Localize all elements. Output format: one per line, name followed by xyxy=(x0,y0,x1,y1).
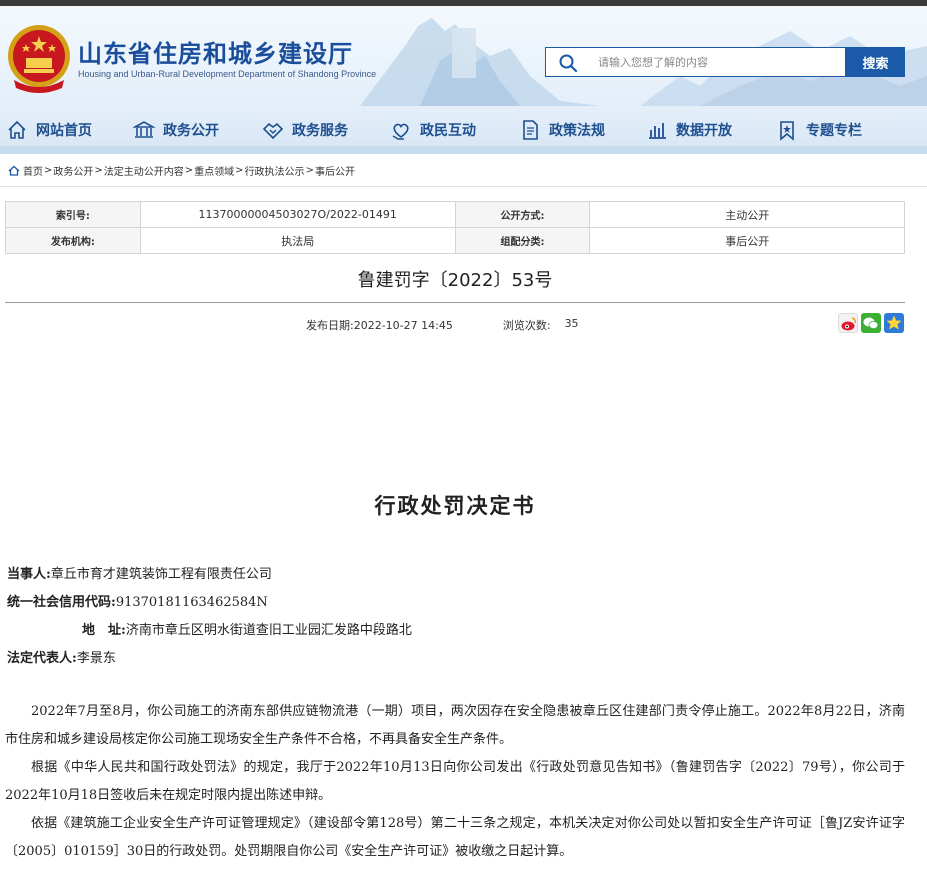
body-paragraph: 根据《中华人民共和国行政处罚法》的规定，我厅于2022年10月13日向你公司发出… xyxy=(5,760,905,803)
document-number: 鲁建罚字〔2022〕53号 xyxy=(357,270,553,291)
breadcrumb-item[interactable]: 法定主动公开内容 xyxy=(104,163,184,178)
breadcrumb-item[interactable]: 行政执法公示 xyxy=(245,163,305,178)
search-input[interactable] xyxy=(598,52,838,72)
issuer-value: 执法局 xyxy=(139,227,456,254)
nav-item-topics[interactable]: 专题专栏 xyxy=(776,113,862,147)
address-label: 地 址: xyxy=(82,623,126,638)
publish-info: 发布日期:2022-10-27 14:45 浏览次数: 35 xyxy=(306,317,579,333)
site-title[interactable]: 山东省住房和城乡建设厅 xyxy=(78,34,353,69)
weibo-share-icon[interactable] xyxy=(838,313,858,333)
legal-rep-value: 李景东 xyxy=(76,651,116,666)
nav-label: 专题专栏 xyxy=(806,123,862,139)
category-value: 事后公开 xyxy=(589,227,905,254)
nav-item-home[interactable]: 网站首页 xyxy=(6,113,92,147)
site-header: 山东省住房和城乡建设厅 Housing and Urban-Rural Deve… xyxy=(0,6,927,154)
address-value: 济南市章丘区明水街道查旧工业园汇发路中段路北 xyxy=(125,623,412,638)
nav-label: 数据开放 xyxy=(676,123,732,139)
bookmark-icon xyxy=(780,121,794,141)
nav-item-open-data[interactable]: 数据开放 xyxy=(646,113,732,147)
divider xyxy=(0,186,927,187)
search-button[interactable]: 搜索 xyxy=(846,47,905,77)
search-box xyxy=(545,47,846,77)
credit-code-value: 91370181163462584N xyxy=(115,595,268,610)
body-paragraph: 依据《建筑施工企业安全生产许可证管理规定》（建设部令第128号）第二十三条之规定… xyxy=(5,816,905,859)
site-subtitle: Housing and Urban-Rural Development Depa… xyxy=(78,69,377,79)
nav-item-interaction[interactable]: 政民互动 xyxy=(390,113,476,147)
legal-rep-field: 法定代表人:李景东 xyxy=(7,647,116,666)
breadcrumb-item[interactable]: 重点领域 xyxy=(194,163,234,178)
views-count: 35 xyxy=(564,317,579,330)
category-label: 组配分类: xyxy=(454,227,591,254)
breadcrumb-separator: > xyxy=(44,164,53,176)
home-icon xyxy=(8,165,20,176)
legal-rep-label: 法定代表人: xyxy=(7,651,77,666)
credit-code-field: 统一社会信用代码:91370181163462584N xyxy=(7,591,268,610)
nav-label: 网站首页 xyxy=(36,123,92,139)
nav-item-gov-service[interactable]: 政务服务 xyxy=(262,113,348,147)
favorite-star-icon[interactable] xyxy=(884,313,904,333)
document-meta-table: 索引号: 11370000004503027O/2022-01491 公开方式:… xyxy=(5,201,905,254)
index-label: 索引号: xyxy=(5,201,141,228)
views-label: 浏览次数: xyxy=(502,319,551,332)
nav-label: 政民互动 xyxy=(420,123,476,139)
nav-item-gov-affairs[interactable]: 政务公开 xyxy=(133,113,219,147)
address-field: 地 址:济南市章丘区明水街道查旧工业园汇发路中段路北 xyxy=(82,619,412,638)
nav-label: 政务服务 xyxy=(292,123,348,139)
nav-label: 政策法规 xyxy=(549,123,605,139)
breadcrumb-separator: > xyxy=(235,164,244,176)
nav-underline xyxy=(0,146,927,154)
party-value: 章丘市育才建筑装饰工程有限责任公司 xyxy=(50,567,272,582)
breadcrumb-item[interactable]: 政务公开 xyxy=(53,163,93,178)
national-emblem-icon xyxy=(8,25,70,93)
credit-code-label: 统一社会信用代码: xyxy=(7,595,116,610)
bar-chart-icon xyxy=(649,123,666,139)
breadcrumb: 首页 > 政务公开 > 法定主动公开内容 > 重点领域 > 行政执法公示 > 事… xyxy=(8,163,355,178)
party-label: 当事人: xyxy=(7,567,51,582)
index-value: 11370000004503027O/2022-01491 xyxy=(139,201,456,228)
divider xyxy=(5,302,905,303)
handshake-icon xyxy=(262,122,284,140)
body-paragraph: 2022年7月至8月，你公司施工的济南东部供应链物流港（一期）项目，两次因存在安… xyxy=(5,704,905,747)
breadcrumb-item[interactable]: 首页 xyxy=(23,163,43,178)
building-icon xyxy=(133,121,155,138)
method-label: 公开方式: xyxy=(454,201,591,228)
share-bar xyxy=(838,313,904,333)
breadcrumb-separator: > xyxy=(305,164,314,176)
nav-label: 政务公开 xyxy=(163,123,219,139)
breadcrumb-separator: > xyxy=(184,164,194,176)
search-icon xyxy=(559,54,578,73)
document-heading: 行政处罚决定书 xyxy=(374,493,536,518)
wechat-share-icon[interactable] xyxy=(861,313,881,333)
home-icon xyxy=(8,120,26,139)
issuer-label: 发布机构: xyxy=(5,227,141,254)
breadcrumb-item[interactable]: 事后公开 xyxy=(315,163,355,178)
heart-hand-icon xyxy=(392,123,409,140)
party-field: 当事人:章丘市育才建筑装饰工程有限责任公司 xyxy=(7,563,272,582)
publish-date: 发布日期:2022-10-27 14:45 xyxy=(306,319,453,332)
document-icon xyxy=(523,120,538,140)
main-nav: 网站首页 政务公开 政务服务 政民互动 政策法规 数据开放 专题专栏 xyxy=(0,113,927,147)
nav-item-policy[interactable]: 政策法规 xyxy=(519,113,605,147)
breadcrumb-separator: > xyxy=(94,164,103,176)
method-value: 主动公开 xyxy=(589,201,905,228)
